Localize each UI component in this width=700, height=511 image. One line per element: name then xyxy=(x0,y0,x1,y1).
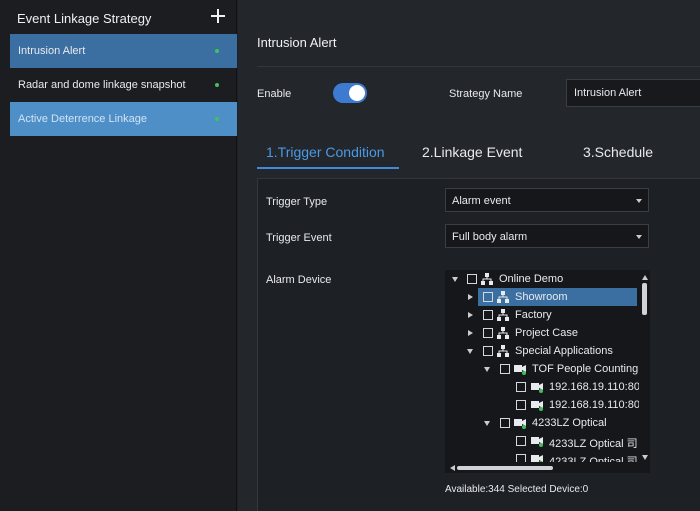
horizontal-scrollbar[interactable] xyxy=(445,462,639,473)
org-tree-icon xyxy=(497,345,509,357)
camera-icon xyxy=(514,419,526,429)
trigger-type-label: Trigger Type xyxy=(266,196,328,208)
checkbox[interactable] xyxy=(500,418,510,428)
checkbox[interactable] xyxy=(516,436,526,446)
tree-node-label: Showroom xyxy=(515,291,568,303)
tab-trigger-condition[interactable]: 1.Trigger Condition xyxy=(266,144,385,160)
tree-node-camera[interactable]: 192.168.19.110:80 xyxy=(445,396,640,414)
chevron-down-icon xyxy=(636,199,642,203)
chevron-right-icon[interactable] xyxy=(468,294,473,300)
checkbox[interactable] xyxy=(483,328,493,338)
sidebar-item-label: Intrusion Alert xyxy=(18,45,86,57)
strategy-name-label: Strategy Name xyxy=(449,88,523,100)
checkbox[interactable] xyxy=(483,310,493,320)
trigger-event-label: Trigger Event xyxy=(266,232,332,244)
checkbox[interactable] xyxy=(516,382,526,392)
tree-node-project-case[interactable]: Project Case xyxy=(445,324,635,342)
plus-icon[interactable] xyxy=(211,9,225,23)
tab-schedule[interactable]: 3.Schedule xyxy=(583,144,653,160)
chevron-up-icon[interactable] xyxy=(642,275,648,280)
checkbox[interactable] xyxy=(500,364,510,374)
checkbox[interactable] xyxy=(483,292,493,302)
tree-node-label: 192.168.19.110:80 xyxy=(549,381,640,393)
tree-node-4233lz-optical[interactable]: 4233LZ Optical xyxy=(445,414,635,432)
trigger-event-value: Full body alarm xyxy=(452,231,528,243)
strategy-detail-panel: Intrusion Alert Enable Strategy Name 1.T… xyxy=(238,0,700,511)
chevron-right-icon[interactable] xyxy=(468,330,473,336)
tree-node-special-applications[interactable]: Special Applications xyxy=(445,342,635,360)
alarm-device-label: Alarm Device xyxy=(266,274,332,286)
strategy-sidebar: Event Linkage Strategy Intrusion Alert R… xyxy=(0,0,237,511)
sidebar-item-label: Radar and dome linkage snapshot xyxy=(18,79,186,91)
status-dot-icon xyxy=(215,49,219,53)
tree-node-tof-people-counting[interactable]: TOF People Counting xyxy=(445,360,639,378)
checkbox[interactable] xyxy=(483,346,493,356)
tree-node-showroom[interactable]: Showroom xyxy=(478,288,637,306)
tree-node-label: 192.168.19.110:80 xyxy=(549,399,640,411)
device-count-status: Available:344 Selected Device:0 xyxy=(445,484,589,495)
strategy-name-input[interactable] xyxy=(566,79,700,107)
sidebar-item-intrusion-alert[interactable]: Intrusion Alert xyxy=(10,34,237,68)
sidebar-header: Event Linkage Strategy xyxy=(0,0,237,34)
tree-node-label: Special Applications xyxy=(515,345,613,357)
toggle-knob xyxy=(349,85,365,101)
divider xyxy=(257,66,700,67)
chevron-down-icon[interactable] xyxy=(484,421,490,426)
tab-bar: 1.Trigger Condition 2.Linkage Event 3.Sc… xyxy=(257,138,700,170)
org-tree-icon xyxy=(481,273,493,285)
org-tree-icon xyxy=(497,309,509,321)
alarm-device-tree[interactable]: Online Demo Showroom Factory Project Cas… xyxy=(445,270,650,473)
tree-node-label: 4233LZ Optical 司 xyxy=(549,438,638,450)
tree-node-label: Online Demo xyxy=(499,273,564,285)
sidebar-item-radar-dome[interactable]: Radar and dome linkage snapshot xyxy=(10,68,237,102)
tree-node-camera[interactable]: 4233LZ Optical 司 xyxy=(445,432,638,450)
status-dot-icon xyxy=(215,83,219,87)
sidebar-item-label: Active Deterrence Linkage xyxy=(18,113,148,125)
vertical-scrollbar[interactable] xyxy=(639,270,650,473)
tree-node-label: Factory xyxy=(515,309,552,321)
camera-icon xyxy=(531,401,543,411)
tree-node-camera[interactable]: 192.168.19.110:80 xyxy=(445,378,640,396)
tree-node-factory[interactable]: Factory xyxy=(445,306,635,324)
scrollbar-thumb[interactable] xyxy=(642,283,647,315)
chevron-down-icon[interactable] xyxy=(642,455,648,460)
tree-node-online-demo[interactable]: Online Demo xyxy=(445,270,635,288)
trigger-condition-panel: Trigger Type Alarm event Trigger Event F… xyxy=(257,178,700,511)
camera-icon xyxy=(531,437,543,447)
trigger-type-value: Alarm event xyxy=(452,195,511,207)
org-tree-icon xyxy=(497,327,509,339)
active-tab-indicator xyxy=(257,167,399,169)
trigger-event-select[interactable]: Full body alarm xyxy=(445,224,649,248)
chevron-down-icon[interactable] xyxy=(452,277,458,282)
chevron-right-icon[interactable] xyxy=(468,312,473,318)
page-title: Intrusion Alert xyxy=(257,35,337,50)
enable-label: Enable xyxy=(257,88,292,100)
tree-node-label: Project Case xyxy=(515,327,578,339)
tab-linkage-event[interactable]: 2.Linkage Event xyxy=(422,144,522,160)
tree-node-label: TOF People Counting xyxy=(532,363,639,375)
camera-icon xyxy=(514,365,526,375)
checkbox[interactable] xyxy=(516,400,526,410)
chevron-down-icon[interactable] xyxy=(467,349,473,354)
chevron-left-icon[interactable] xyxy=(450,465,455,471)
status-dot-icon xyxy=(215,117,219,121)
chevron-down-icon xyxy=(636,235,642,239)
checkbox[interactable] xyxy=(467,274,477,284)
chevron-down-icon[interactable] xyxy=(484,367,490,372)
org-tree-icon xyxy=(497,291,509,303)
enable-toggle[interactable] xyxy=(333,83,367,103)
trigger-type-select[interactable]: Alarm event xyxy=(445,188,649,212)
scrollbar-thumb[interactable] xyxy=(457,466,553,470)
camera-icon xyxy=(531,383,543,393)
sidebar-title: Event Linkage Strategy xyxy=(17,11,152,26)
sidebar-item-active-deterrence[interactable]: Active Deterrence Linkage xyxy=(10,102,237,136)
tree-node-label: 4233LZ Optical xyxy=(532,417,607,429)
